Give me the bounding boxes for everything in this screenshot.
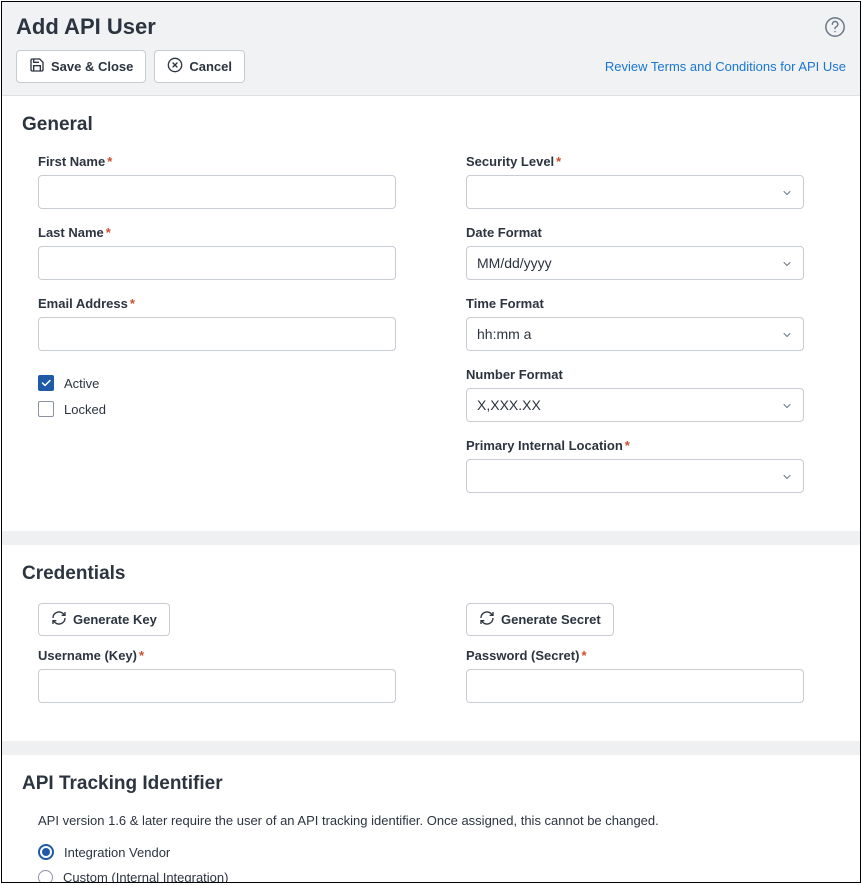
username-label: Username (Key)* <box>38 648 396 663</box>
password-label: Password (Secret)* <box>466 648 804 663</box>
first-name-label: First Name* <box>38 154 396 169</box>
chevron-down-icon <box>781 257 793 269</box>
integration-vendor-radio-label: Integration Vendor <box>64 845 170 860</box>
api-tracking-title: API Tracking Identifier <box>22 773 840 795</box>
active-checkbox-row: Active <box>38 375 396 391</box>
cancel-icon <box>167 57 183 76</box>
help-icon[interactable] <box>824 16 846 38</box>
credentials-panel: Credentials Generate Key Username (Key)* <box>2 545 860 741</box>
review-terms-link[interactable]: Review Terms and Conditions for API Use <box>605 59 846 74</box>
number-format-label: Number Format <box>466 367 804 382</box>
header-bar: Add API User Save & Close Cancel <box>2 2 860 96</box>
date-format-select[interactable]: MM/dd/yyyy <box>466 246 804 280</box>
save-and-close-button[interactable]: Save & Close <box>16 50 146 83</box>
primary-location-label: Primary Internal Location* <box>466 438 804 453</box>
username-input[interactable] <box>38 669 396 703</box>
custom-integration-radio[interactable] <box>38 870 53 882</box>
locked-checkbox-row: Locked <box>38 401 396 417</box>
first-name-input[interactable] <box>38 175 396 209</box>
cancel-button[interactable]: Cancel <box>154 50 245 83</box>
refresh-icon <box>51 610 67 629</box>
time-format-value: hh:mm a <box>477 326 531 342</box>
radio-row-custom: Custom (Internal Integration) <box>22 870 840 882</box>
email-input[interactable] <box>38 317 396 351</box>
date-format-label: Date Format <box>466 225 804 240</box>
save-icon <box>29 57 45 76</box>
integration-vendor-radio[interactable] <box>38 844 54 860</box>
locked-checkbox[interactable] <box>38 401 54 417</box>
toolbar-buttons: Save & Close Cancel <box>16 50 245 83</box>
time-format-label: Time Format <box>466 296 804 311</box>
number-format-value: X,XXX.XX <box>477 397 541 413</box>
generate-secret-label: Generate Secret <box>501 612 601 627</box>
credentials-title: Credentials <box>22 563 840 585</box>
save-and-close-label: Save & Close <box>51 59 133 74</box>
refresh-icon <box>479 610 495 629</box>
radio-row-vendor: Integration Vendor <box>22 844 840 860</box>
add-api-user-modal: Add API User Save & Close Cancel <box>1 1 861 883</box>
custom-integration-radio-label: Custom (Internal Integration) <box>63 870 228 882</box>
password-input[interactable] <box>466 669 804 703</box>
chevron-down-icon <box>781 328 793 340</box>
generate-key-label: Generate Key <box>73 612 157 627</box>
general-panel: General First Name* Last Name* Email Add… <box>2 96 860 531</box>
security-level-select[interactable] <box>466 175 804 209</box>
api-tracking-panel: API Tracking Identifier API version 1.6 … <box>2 755 860 882</box>
active-label: Active <box>64 376 99 391</box>
security-level-label: Security Level* <box>466 154 804 169</box>
chevron-down-icon <box>781 470 793 482</box>
locked-label: Locked <box>64 402 106 417</box>
page-title: Add API User <box>16 14 156 40</box>
date-format-value: MM/dd/yyyy <box>477 255 552 271</box>
form-scroll-area[interactable]: General First Name* Last Name* Email Add… <box>2 96 860 882</box>
chevron-down-icon <box>781 399 793 411</box>
time-format-select[interactable]: hh:mm a <box>466 317 804 351</box>
email-label: Email Address* <box>38 296 396 311</box>
last-name-label: Last Name* <box>38 225 396 240</box>
last-name-input[interactable] <box>38 246 396 280</box>
generate-secret-button[interactable]: Generate Secret <box>466 603 614 636</box>
chevron-down-icon <box>781 186 793 198</box>
cancel-label: Cancel <box>189 59 232 74</box>
api-tracking-description: API version 1.6 & later require the user… <box>22 813 840 828</box>
primary-location-select[interactable] <box>466 459 804 493</box>
active-checkbox[interactable] <box>38 375 54 391</box>
generate-key-button[interactable]: Generate Key <box>38 603 170 636</box>
number-format-select[interactable]: X,XXX.XX <box>466 388 804 422</box>
general-title: General <box>22 114 840 136</box>
